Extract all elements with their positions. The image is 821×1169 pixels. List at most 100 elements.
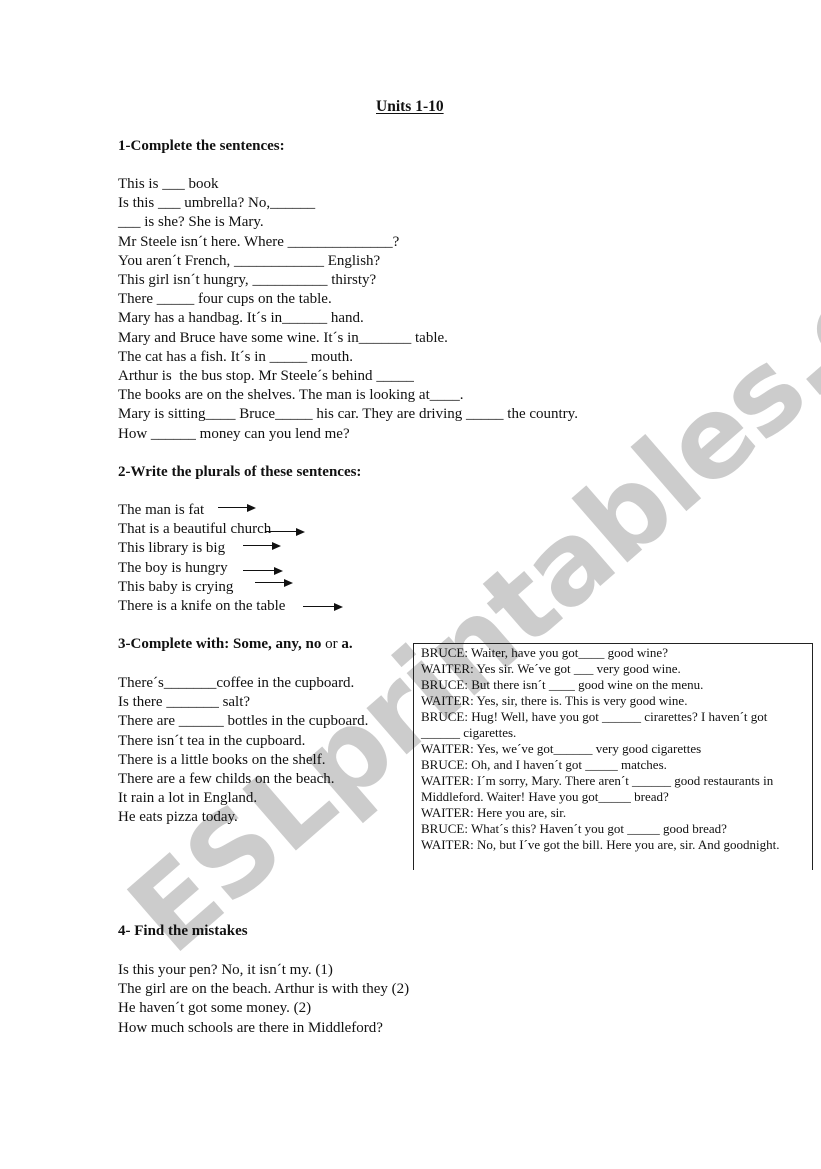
answer-blank[interactable]: ___ (162, 176, 185, 192)
sentence-text: Mary is sitting (118, 406, 206, 423)
dialog-text: BRUCE: Waiter, have you got____ good win… (421, 645, 807, 853)
answer-blank[interactable]: ____ (430, 387, 460, 403)
answer-blank[interactable]: _______ (359, 330, 412, 346)
sentence-text: Is this (118, 195, 159, 212)
section-1-sentence: How ______ money can you lend me? (118, 425, 578, 444)
answer-blank[interactable]: _____ (376, 368, 414, 384)
sentence-text: It rain a lot in England. (118, 790, 258, 807)
answer-blank[interactable]: _____ (270, 349, 308, 365)
sentence-text: How (118, 425, 151, 442)
section-3-sentence: There is a little books on the shelf. (118, 751, 368, 770)
sentence-text: English? (323, 252, 381, 269)
section-3-sentences: There´s_______coffee in the cupboard. Is … (118, 674, 368, 828)
section-1-sentence: Mr Steele isn´t here. Where ____________… (118, 233, 578, 252)
sentence-text: He haven´t got some money. (2) (118, 1000, 312, 1017)
sentence-text: the country. (503, 406, 578, 423)
sentence-text: Mary has a handbag. It´s in (118, 310, 283, 327)
answer-blank[interactable]: _______ (164, 675, 217, 691)
section-3-sentence: Is there _______ salt? (118, 693, 368, 712)
answer-blank[interactable]: ___ (118, 214, 141, 230)
dialog-line: BRUCE: But there isn´t ____ good wine on… (421, 677, 704, 692)
section-1-sentence: ___ is she? She is Mary. (118, 213, 578, 232)
sentence-text: There is a knife on the table (118, 598, 286, 615)
section-3-sentence: There are a few childs on the beach. (118, 770, 368, 789)
section-1-sentence: You aren´t French, ____________ English? (118, 252, 578, 271)
answer-blank[interactable]: _______ (166, 694, 219, 710)
sentence-text: thirsty? (327, 272, 377, 289)
section-2-heading: 2-Write the plurals of these sentences: (118, 464, 362, 480)
sentence-text: four cups on the table. (194, 291, 332, 308)
sentence-text: This is (118, 176, 163, 192)
sentence-text: There isn´t tea in the cupboard. (118, 732, 306, 749)
dialog-line: BRUCE: Hug! Well, have you got ______ ci… (421, 709, 768, 740)
sentence-text: mouth. (307, 348, 353, 365)
dialog-line: BRUCE: Oh, and I haven´t got _____ match… (421, 757, 667, 772)
answer-blank[interactable]: _____ (466, 406, 504, 422)
sentence-text: hand. (327, 310, 364, 327)
sentence-text: There (118, 291, 157, 308)
sentence-text: ? (392, 233, 400, 250)
sentence-text: You aren´t French, (118, 252, 234, 269)
answer-blank[interactable]: _____ (275, 406, 313, 422)
sentence-text: The boy is hungry (118, 559, 228, 576)
sentence-text: coffee in the cupboard. (216, 675, 355, 691)
page-title: Units 1-10 (376, 98, 444, 115)
dialog-line: WAITER: No, but I´ve got the bill. Here … (421, 837, 780, 852)
sentence-text: The girl are on the beach. Arthur is wit… (118, 981, 410, 998)
worksheet-page: ESLprintables.com Units 1-10 1-Complete … (0, 0, 821, 1169)
answer-blank[interactable]: ______ (151, 426, 196, 442)
sentence-text: . (459, 387, 464, 404)
section-4-sentence: He haven´t got some money. (2) (118, 999, 409, 1018)
sentence-text: This girl isn´t hungry, (118, 272, 253, 289)
section-1-sentence: Arthur is the bus stop. Mr Steele´s behi… (118, 367, 578, 386)
section-1-sentence: The cat has a fish. It´s in _____ mouth. (118, 348, 578, 367)
section-4-sentences: Is this your pen? No, it isn´t my. (1) Th… (118, 961, 409, 1038)
answer-blank[interactable]: ___ (158, 195, 181, 211)
section-2-sentence: The man is fat (118, 501, 285, 520)
answer-blank[interactable]: ______ (270, 195, 315, 211)
sentence-text: How much schools are there in Middleford… (118, 1019, 383, 1036)
arrow-icon (243, 567, 283, 575)
sentence-text: Is there (118, 694, 167, 711)
sentence-text: Mary and Bruce have some wine. It´s in (118, 329, 359, 346)
section-1-sentences: This is ___ book Is this ___ umbrella? No… (118, 175, 578, 444)
section-3-heading-or: or (321, 636, 342, 652)
dialog-line: BRUCE: Waiter, have you got____ good win… (421, 645, 668, 660)
sentence-text: is she? She is Mary. (140, 214, 264, 231)
answer-blank[interactable]: ____ (206, 406, 236, 422)
answer-blank[interactable]: ______ (282, 310, 327, 326)
answer-blank[interactable]: _____ (157, 291, 195, 307)
dialog-line: WAITER: Yes sir. We´ve got ___ very good… (421, 661, 681, 676)
sentence-text: book (184, 176, 219, 192)
section-3-sentence: He eats pizza today. (118, 808, 368, 827)
sentence-text: Bruce (235, 406, 276, 423)
section-3-sentence: It rain a lot in England. (118, 789, 368, 808)
arrow-icon (265, 528, 305, 536)
section-2-sentence: That is a beautiful church (118, 520, 285, 539)
answer-blank[interactable]: ______________ (288, 234, 393, 250)
section-1-sentence: Mary is sitting____ Bruce_____ his car. … (118, 405, 578, 424)
section-4-sentence: Is this your pen? No, it isn´t my. (1) (118, 961, 409, 980)
sentence-text: umbrella? No, (180, 195, 271, 212)
section-1-sentence: There _____ four cups on the table. (118, 290, 578, 309)
dialog-line: BRUCE: What´s this? Haven´t you got ____… (421, 821, 727, 836)
section-2-sentence: There is a knife on the table (118, 597, 285, 616)
sentence-text: There are (118, 713, 179, 730)
sentence-text: The cat has a fish. It´s in (118, 348, 270, 365)
sentence-text: salt? (218, 694, 251, 711)
arrow-icon (243, 542, 281, 550)
section-3-heading-prefix: 3-Complete with: (118, 636, 233, 652)
answer-blank[interactable]: ____________ (234, 253, 324, 269)
sentence-text: money can you lend me? (195, 425, 350, 442)
section-3-sentence: There isn´t tea in the cupboard. (118, 732, 368, 751)
sentence-text: The man is fat (118, 502, 205, 518)
section-3-heading-words: Some, any, no (232, 636, 322, 652)
answer-blank[interactable]: __________ (252, 272, 327, 288)
sentence-text: That is a beautiful church (118, 521, 272, 538)
arrow-icon (218, 504, 256, 512)
section-1-sentence: Mary has a handbag. It´s in______ hand. (118, 309, 578, 328)
sentence-text: The books are on the shelves. The man is… (118, 387, 430, 404)
answer-blank[interactable]: ______ (179, 713, 224, 729)
section-2-sentences: The man is fat That is a beautiful church… (118, 501, 285, 616)
section-1-sentence: Mary and Bruce have some wine. It´s in__… (118, 329, 578, 348)
